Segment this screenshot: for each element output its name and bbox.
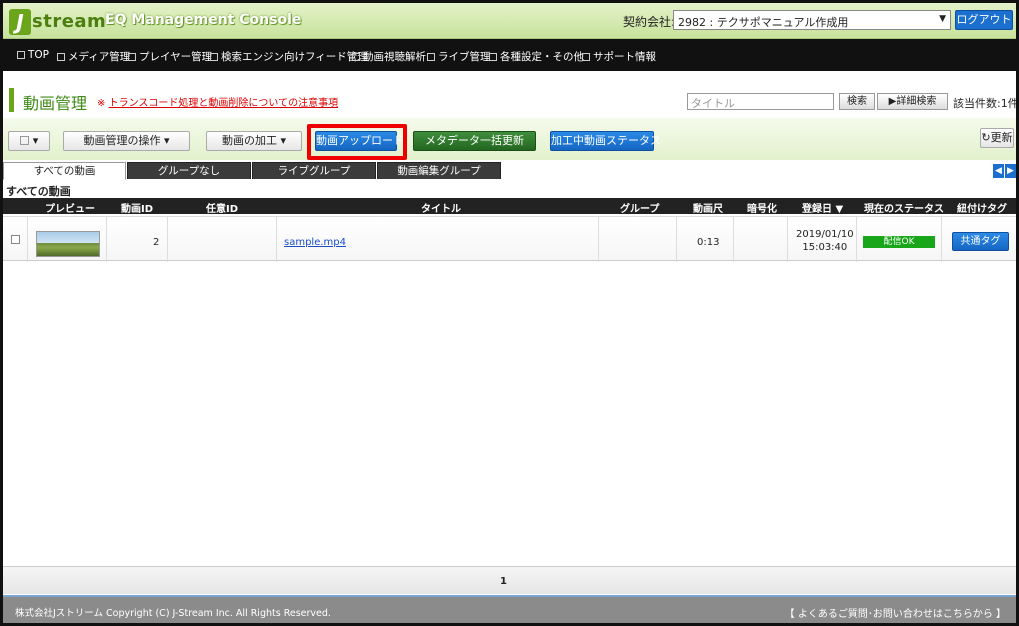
checkbox-icon — [17, 51, 25, 59]
column-divider — [856, 217, 857, 262]
col-status: 現在のステータス — [864, 204, 944, 215]
nav-item-media[interactable]: メディア管理 — [57, 49, 130, 64]
tab-scroll-left-icon[interactable]: ◀ — [993, 164, 1004, 178]
checkbox-icon — [352, 53, 360, 61]
section-heading: すべての動画 — [6, 185, 71, 198]
nav-item-live[interactable]: ライブ管理 — [427, 49, 491, 64]
col-custom-id: 任意ID — [206, 204, 239, 215]
status-badge: 配信OK — [863, 236, 935, 248]
common-tag-button[interactable]: 共通タグ — [952, 232, 1009, 251]
tab-no-group[interactable]: グループなし — [127, 162, 251, 179]
contract-label: 契約会社: — [623, 15, 676, 29]
column-divider — [598, 217, 599, 262]
column-divider — [167, 217, 168, 262]
checkbox-icon — [427, 53, 435, 61]
refresh-icon: ↻ — [981, 131, 991, 144]
notice-text: トランスコード処理と動画削除についての注意事項 — [108, 98, 339, 109]
refresh-label: 更新 — [990, 131, 1013, 144]
footer: 株式会社Jストリーム Copyright (C) J-Stream Inc. A… — [3, 595, 1016, 623]
column-divider — [787, 217, 788, 262]
row-video-id: 2 — [153, 237, 160, 248]
checkbox-icon — [582, 53, 590, 61]
result-count: 該当件数:1件 — [953, 97, 1016, 110]
checkbox-icon — [489, 53, 497, 61]
column-divider — [27, 217, 28, 262]
col-registered-date[interactable]: 登録日 ▼ — [802, 200, 843, 215]
logo-word: stream — [32, 11, 107, 32]
search-button[interactable]: 検索 — [839, 93, 875, 110]
nav-item-settings[interactable]: 各種設定・その他 — [489, 49, 584, 64]
row-date-time: 15:03:40 — [802, 242, 848, 253]
nav-item-top[interactable]: TOP — [17, 49, 49, 61]
nav-item-support[interactable]: サポート情報 — [582, 49, 656, 64]
row-duration: 0:13 — [697, 237, 720, 248]
table-header: プレビュー 動画ID 任意ID タイトル グループ 動画尺 暗号化 登録日 ▼ … — [3, 198, 1016, 215]
console-title: EQ Management Console — [105, 12, 302, 28]
row-date-day: 2019/01/10 — [796, 229, 854, 240]
column-divider — [733, 217, 734, 262]
row-title-link[interactable]: sample.mp4 — [284, 237, 346, 248]
row-checkbox[interactable] — [11, 235, 20, 244]
advanced-search-button[interactable]: ▶詳細検索 — [877, 93, 948, 110]
bulk-metadata-update-button[interactable]: メタデータ一括更新 — [413, 131, 536, 151]
faq-contact-link[interactable]: 【 よくあるご質問･お問い合わせはこちらから 】 — [785, 605, 1006, 620]
col-title: タイトル — [421, 204, 461, 215]
column-divider — [676, 217, 677, 262]
col-video-id: 動画ID — [121, 204, 154, 215]
nav-item-analytics[interactable]: 動画視聴解析 — [352, 49, 426, 64]
copyright-text: 株式会社Jストリーム Copyright (C) J-Stream Inc. A… — [15, 608, 331, 619]
processing-status-button[interactable]: 加工中動画ステータス — [550, 131, 661, 151]
video-processing-dropdown[interactable]: 動画の加工 ▾ — [206, 131, 302, 151]
video-operations-dropdown[interactable]: 動画管理の操作 ▾ — [63, 131, 190, 151]
column-divider — [106, 217, 107, 262]
transcode-notice-link[interactable]: ※ トランスコード処理と動画削除についての注意事項 — [97, 94, 338, 109]
title-accent-bar — [9, 88, 14, 112]
page-title: 動画管理 — [23, 94, 88, 113]
row-registered-date: 2019/01/10 15:03:40 — [796, 228, 854, 254]
col-encryption: 暗号化 — [747, 204, 777, 215]
checkbox-icon — [210, 53, 218, 61]
col-group: グループ — [620, 204, 660, 215]
select-all-dropdown[interactable]: ▾ — [8, 131, 50, 151]
tab-edit-group[interactable]: 動画編集グループ — [377, 162, 501, 179]
page-titlebar: 動画管理 ※ トランスコード処理と動画削除についての注意事項 タイトル 検索 ▶… — [3, 82, 1016, 118]
top-header: J stream EQ Management Console 契約会社: 298… — [3, 3, 1016, 39]
column-divider — [941, 217, 942, 262]
col-duration: 動画尺 — [693, 204, 723, 215]
tab-all-videos[interactable]: すべての動画 — [3, 162, 126, 180]
group-tabs: すべての動画 グループなし ライブグループ 動画編集グループ ◀ ▶ — [3, 160, 1016, 180]
tab-live-group[interactable]: ライブグループ — [252, 162, 376, 179]
pagination: 1 — [3, 566, 1016, 594]
col-tags: 紐付けタグ — [957, 204, 1007, 215]
checkbox-icon — [57, 53, 65, 61]
table-row[interactable]: 2 sample.mp4 0:13 2019/01/10 15:03:40 配信… — [3, 216, 1016, 262]
upload-highlight-box — [307, 124, 407, 160]
contract-select[interactable]: 2982 : テクサポマニュアル作成用 ▼ — [673, 10, 951, 30]
col-preview: プレビュー — [45, 204, 95, 215]
chevron-down-icon: ▼ — [939, 14, 946, 24]
nav-item-player[interactable]: プレイヤー管理 — [128, 49, 212, 64]
title-search-input[interactable]: タイトル — [687, 93, 834, 110]
app-window: J stream EQ Management Console 契約会社: 298… — [3, 3, 1016, 623]
video-thumbnail[interactable] — [36, 231, 100, 257]
current-page[interactable]: 1 — [500, 576, 507, 587]
notice-mark: ※ — [97, 98, 106, 109]
column-divider — [276, 217, 277, 262]
refresh-button[interactable]: ↻更新 — [980, 128, 1014, 148]
jstream-logo[interactable]: J stream — [9, 9, 106, 35]
tab-scroll-right-icon[interactable]: ▶ — [1005, 164, 1016, 178]
logout-button[interactable]: ログアウト — [955, 10, 1013, 30]
nav-item-feed[interactable]: 検索エンジン向けフィード管理 — [210, 49, 368, 64]
checkbox-icon — [19, 136, 29, 145]
main-nav: TOP メディア管理 プレイヤー管理 検索エンジン向けフィード管理 動画視聴解析… — [3, 39, 1016, 71]
chevron-down-icon: ▾ — [32, 134, 39, 147]
checkbox-icon — [128, 53, 136, 61]
action-toolbar: ▾ 動画管理の操作 ▾ 動画の加工 ▾ 動画アップロード メタデータ一括更新 加… — [3, 118, 1016, 160]
logo-letter: J — [9, 9, 31, 35]
contract-select-value: 2982 : テクサポマニュアル作成用 — [678, 16, 849, 29]
